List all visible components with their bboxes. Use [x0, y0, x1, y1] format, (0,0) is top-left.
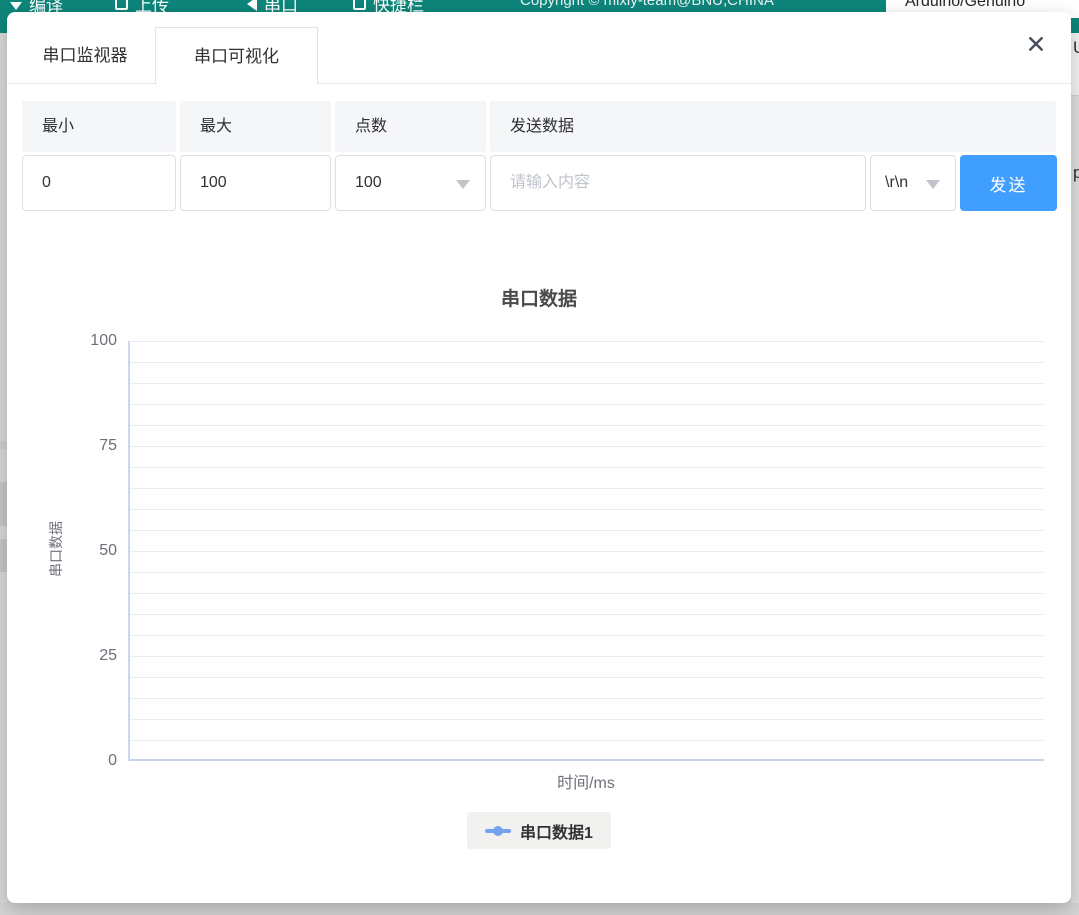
legend-item-serial-data-1[interactable]: 串口数据1 — [467, 812, 611, 849]
serial-dialog: 串口监视器 串口可视化 ✕ 最小 最大 点数 发送数据 0 100 100 请输… — [7, 12, 1071, 903]
tab-label: 串口可视化 — [194, 47, 279, 66]
serial-icon — [247, 0, 257, 11]
tab-label: 串口监视器 — [43, 46, 128, 65]
y-tick-100: 100 — [62, 330, 117, 352]
send-button[interactable]: 发送 — [960, 155, 1057, 211]
line-series-icon — [485, 829, 511, 833]
tab-serial-monitor[interactable]: 串口监视器 — [22, 27, 148, 84]
copyright-text: Copyright © mixly-team@BNU,CHINA — [520, 0, 774, 9]
min-value: 0 — [42, 174, 51, 191]
chevron-down-icon — [926, 180, 940, 189]
y-tick-50: 50 — [62, 540, 117, 562]
y-axis-label: 串口数据 — [46, 509, 66, 589]
header-send-data: 发送数据 — [490, 101, 1056, 152]
y-tick-25: 25 — [62, 645, 117, 667]
line-ending-value: \r\n — [885, 174, 908, 191]
y-tick-0: 0 — [62, 750, 117, 772]
send-data-placeholder: 请输入内容 — [510, 174, 590, 191]
points-select[interactable]: 100 — [335, 155, 486, 211]
upload-icon — [115, 0, 128, 10]
header-min: 最小 — [22, 101, 176, 152]
chevron-down-icon — [456, 180, 470, 189]
min-input[interactable]: 0 — [22, 155, 176, 211]
legend-label: 串口数据1 — [520, 819, 593, 843]
header-points: 点数 — [335, 101, 486, 152]
tab-serial-visualization[interactable]: 串口可视化 — [155, 27, 318, 85]
max-input[interactable]: 100 — [180, 155, 331, 211]
x-axis-label: 时间/ms — [486, 769, 686, 793]
caret-icon — [10, 2, 22, 10]
background-edge-letter-top: U — [1073, 38, 1079, 58]
tab-bar: 串口监视器 串口可视化 — [7, 27, 1071, 84]
chart-title: 串口数据 — [7, 284, 1071, 311]
line-ending-select[interactable]: \r\n — [870, 155, 956, 211]
max-value: 100 — [200, 174, 227, 191]
board-select-value: Arduino/Genuino — [905, 0, 1025, 11]
send-data-input[interactable]: 请输入内容 — [490, 155, 866, 211]
background-edge-letter-mid: p — [1073, 163, 1079, 183]
points-value: 100 — [355, 174, 382, 191]
chart-plot-area — [128, 341, 1044, 761]
page: 编译 上传 串口 快捷栏 Copyright © mixly-team@BNU,… — [0, 0, 1079, 915]
close-icon[interactable]: ✕ — [1019, 28, 1053, 62]
y-tick-75: 75 — [62, 435, 117, 457]
panel-icon — [353, 0, 366, 10]
header-max: 最大 — [180, 101, 331, 152]
background-left-strip — [0, 33, 7, 903]
